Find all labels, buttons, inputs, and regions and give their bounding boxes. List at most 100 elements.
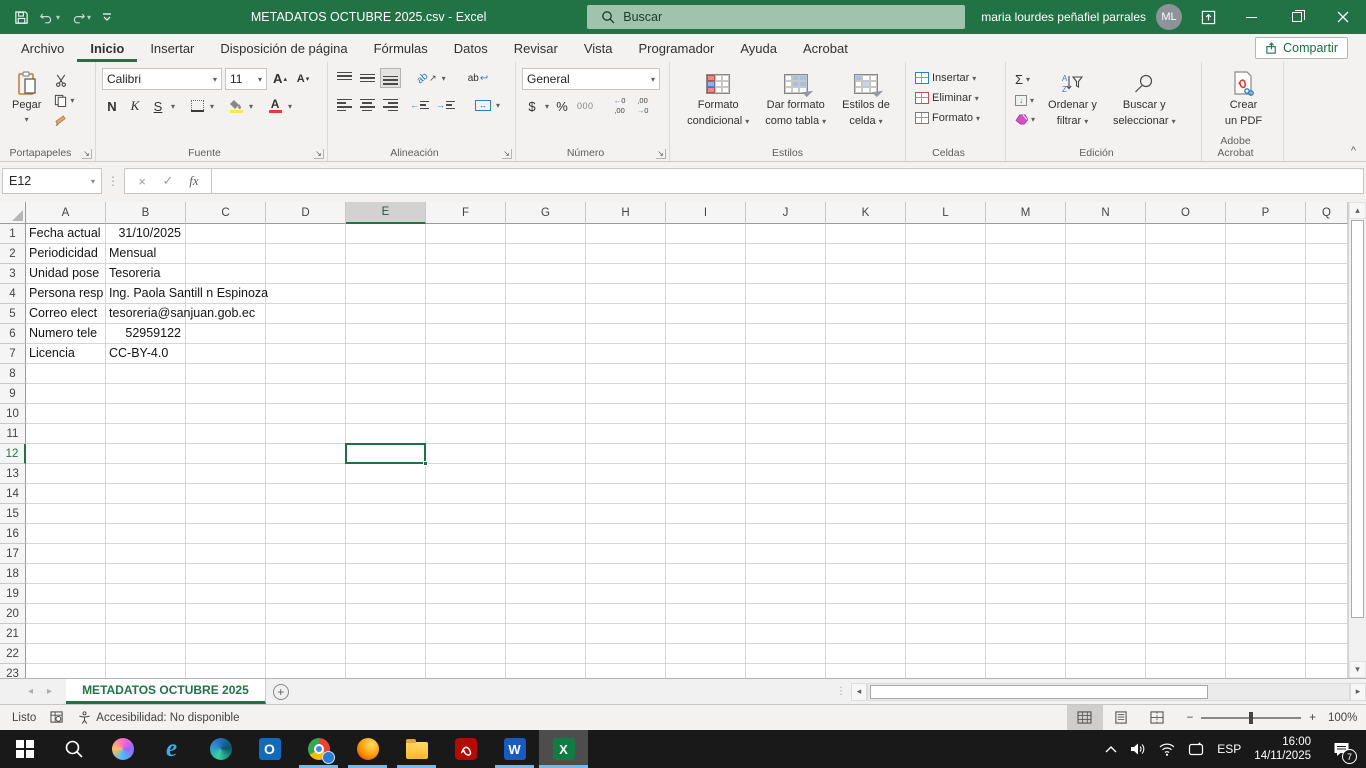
column-header-M[interactable]: M bbox=[986, 202, 1066, 224]
cell-G20[interactable] bbox=[506, 604, 586, 624]
cell-D20[interactable] bbox=[266, 604, 346, 624]
cell-P6[interactable] bbox=[1226, 324, 1306, 344]
cell-L14[interactable] bbox=[906, 484, 986, 504]
cell-G17[interactable] bbox=[506, 544, 586, 564]
name-box[interactable]: E12 ▾ bbox=[2, 168, 102, 194]
cell-O7[interactable] bbox=[1146, 344, 1226, 364]
cell-H6[interactable] bbox=[586, 324, 666, 344]
cell-I20[interactable] bbox=[666, 604, 746, 624]
fill-handle[interactable] bbox=[423, 461, 428, 466]
cell-A22[interactable] bbox=[26, 644, 106, 664]
cell-O19[interactable] bbox=[1146, 584, 1226, 604]
insert-function-icon[interactable]: fx bbox=[181, 173, 207, 189]
cell-L6[interactable] bbox=[906, 324, 986, 344]
cell-F16[interactable] bbox=[426, 524, 506, 544]
cell-Q3[interactable] bbox=[1306, 264, 1348, 284]
row-header-11[interactable]: 11 bbox=[0, 424, 26, 444]
cell-K11[interactable] bbox=[826, 424, 906, 444]
cell-E21[interactable] bbox=[346, 624, 426, 644]
cell-E10[interactable] bbox=[346, 404, 426, 424]
cell-E15[interactable] bbox=[346, 504, 426, 524]
percent-format-icon[interactable]: % bbox=[552, 96, 572, 116]
scroll-down-icon[interactable]: ▾ bbox=[1349, 661, 1366, 678]
cell-D21[interactable] bbox=[266, 624, 346, 644]
cell-G13[interactable] bbox=[506, 464, 586, 484]
cell-L8[interactable] bbox=[906, 364, 986, 384]
cell-M9[interactable] bbox=[986, 384, 1066, 404]
cell-N9[interactable] bbox=[1066, 384, 1146, 404]
cell-Q7[interactable] bbox=[1306, 344, 1348, 364]
borders-icon[interactable] bbox=[187, 96, 207, 116]
cell-J2[interactable] bbox=[746, 244, 826, 264]
cell-L5[interactable] bbox=[906, 304, 986, 324]
cell-I5[interactable] bbox=[666, 304, 746, 324]
cell-D15[interactable] bbox=[266, 504, 346, 524]
cell-A4[interactable]: Persona resp bbox=[26, 284, 106, 304]
underline-button[interactable]: S bbox=[148, 96, 168, 116]
cell-L17[interactable] bbox=[906, 544, 986, 564]
zoom-slider[interactable] bbox=[1201, 717, 1301, 719]
cell-C22[interactable] bbox=[186, 644, 266, 664]
row-header-13[interactable]: 13 bbox=[0, 464, 26, 484]
column-header-A[interactable]: A bbox=[26, 202, 106, 224]
cell-F21[interactable] bbox=[426, 624, 506, 644]
thousands-format-icon[interactable]: 000 bbox=[575, 96, 596, 116]
close-button[interactable] bbox=[1320, 0, 1366, 34]
cell-K13[interactable] bbox=[826, 464, 906, 484]
cell-I14[interactable] bbox=[666, 484, 746, 504]
cell-L3[interactable] bbox=[906, 264, 986, 284]
cell-M7[interactable] bbox=[986, 344, 1066, 364]
cell-E17[interactable] bbox=[346, 544, 426, 564]
cell-N11[interactable] bbox=[1066, 424, 1146, 444]
cell-H3[interactable] bbox=[586, 264, 666, 284]
cell-P7[interactable] bbox=[1226, 344, 1306, 364]
cell-H20[interactable] bbox=[586, 604, 666, 624]
ribbon-display-options-icon[interactable] bbox=[1188, 0, 1228, 34]
cell-G11[interactable] bbox=[506, 424, 586, 444]
cell-K20[interactable] bbox=[826, 604, 906, 624]
row-header-5[interactable]: 5 bbox=[0, 304, 26, 324]
zoom-slider-thumb[interactable] bbox=[1249, 712, 1253, 724]
cell-E14[interactable] bbox=[346, 484, 426, 504]
cell-M20[interactable] bbox=[986, 604, 1066, 624]
macro-record-icon[interactable] bbox=[50, 711, 64, 724]
cell-Q6[interactable] bbox=[1306, 324, 1348, 344]
column-header-L[interactable]: L bbox=[906, 202, 986, 224]
cell-B2[interactable]: Mensual bbox=[106, 244, 186, 264]
cell-L10[interactable] bbox=[906, 404, 986, 424]
cell-D18[interactable] bbox=[266, 564, 346, 584]
font-color-icon[interactable]: A bbox=[265, 96, 285, 116]
cell-C2[interactable] bbox=[186, 244, 266, 264]
cell-N7[interactable] bbox=[1066, 344, 1146, 364]
cell-G3[interactable] bbox=[506, 264, 586, 284]
cell-A11[interactable] bbox=[26, 424, 106, 444]
cell-O1[interactable] bbox=[1146, 224, 1226, 244]
cell-D17[interactable] bbox=[266, 544, 346, 564]
cell-A2[interactable]: Periodicidad bbox=[26, 244, 106, 264]
column-header-F[interactable]: F bbox=[426, 202, 506, 224]
cell-E4[interactable] bbox=[346, 284, 426, 304]
cell-G18[interactable] bbox=[506, 564, 586, 584]
formula-input[interactable] bbox=[212, 168, 1364, 194]
align-left-icon[interactable] bbox=[334, 95, 354, 115]
column-header-I[interactable]: I bbox=[666, 202, 746, 224]
cell-I10[interactable] bbox=[666, 404, 746, 424]
cell-C3[interactable] bbox=[186, 264, 266, 284]
clear-icon[interactable]: ▾ bbox=[1012, 112, 1038, 127]
cell-J12[interactable] bbox=[746, 444, 826, 464]
cell-E11[interactable] bbox=[346, 424, 426, 444]
cell-J11[interactable] bbox=[746, 424, 826, 444]
cell-A16[interactable] bbox=[26, 524, 106, 544]
save-icon[interactable] bbox=[10, 8, 33, 27]
cell-E7[interactable] bbox=[346, 344, 426, 364]
taskbar-firefox-button[interactable] bbox=[343, 730, 392, 768]
cell-G10[interactable] bbox=[506, 404, 586, 424]
select-all-corner[interactable] bbox=[0, 202, 26, 224]
increase-font-icon[interactable]: A▴ bbox=[270, 69, 290, 89]
cell-I3[interactable] bbox=[666, 264, 746, 284]
cell-L12[interactable] bbox=[906, 444, 986, 464]
row-header-19[interactable]: 19 bbox=[0, 584, 26, 604]
show-hidden-icons[interactable] bbox=[1105, 745, 1117, 753]
cell-G5[interactable] bbox=[506, 304, 586, 324]
cell-A12[interactable] bbox=[26, 444, 106, 464]
